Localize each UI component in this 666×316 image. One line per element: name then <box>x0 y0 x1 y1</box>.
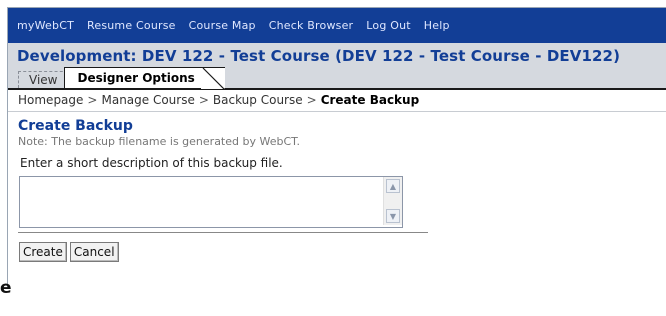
tab-slant-shape <box>200 67 225 89</box>
course-header: Development: DEV 122 - Test Course (DEV … <box>8 43 666 90</box>
description-field-wrapper: ▲ ▼ <box>19 176 403 228</box>
breadcrumb-current: Create Backup <box>320 93 420 107</box>
tab-view[interactable]: View <box>18 71 69 88</box>
breadcrumb-backup-course[interactable]: Backup Course <box>213 93 303 107</box>
nav-course-map[interactable]: Course Map <box>189 19 256 32</box>
stray-character: e <box>0 278 12 298</box>
breadcrumb-separator: > <box>198 93 209 107</box>
scroll-up-icon[interactable]: ▲ <box>386 179 400 193</box>
breadcrumb-separator: > <box>306 93 317 107</box>
nav-resume-course[interactable]: Resume Course <box>87 19 176 32</box>
form-actions: Create Cancel <box>19 242 657 262</box>
cancel-button[interactable]: Cancel <box>69 242 119 262</box>
breadcrumb: Homepage > Manage Course > Backup Course > Cre… <box>8 90 666 112</box>
nav-log-out[interactable]: Log Out <box>366 19 411 32</box>
description-label: Enter a short description of this backup… <box>20 156 283 170</box>
breadcrumb-homepage[interactable]: Homepage <box>18 93 83 107</box>
webct-frame: myWebCT Resume Course Course Map Check B… <box>7 7 666 288</box>
nav-check-browser[interactable]: Check Browser <box>269 19 354 32</box>
tab-designer-label: Designer Options <box>77 71 195 85</box>
tab-designer-options[interactable]: Designer Options <box>64 67 225 89</box>
create-button[interactable]: Create <box>19 242 67 262</box>
form-divider <box>18 232 428 233</box>
page-title: Create Backup <box>18 118 133 134</box>
breadcrumb-separator: > <box>87 93 98 107</box>
course-title: Development: DEV 122 - Test Course (DEV … <box>17 47 621 65</box>
description-textarea[interactable] <box>20 177 382 225</box>
nav-mywebct[interactable]: myWebCT <box>17 19 74 32</box>
nav-help[interactable]: Help <box>424 19 450 32</box>
breadcrumb-manage-course[interactable]: Manage Course <box>101 93 194 107</box>
filename-note: Note: The backup filename is generated b… <box>18 135 301 148</box>
textarea-scrollbar[interactable]: ▲ ▼ <box>383 177 402 225</box>
mode-tabs: View Designer Options <box>18 67 225 89</box>
scroll-down-icon[interactable]: ▼ <box>386 209 400 223</box>
main-content: Create Backup Note: The backup filename … <box>8 112 666 262</box>
top-nav: myWebCT Resume Course Course Map Check B… <box>8 8 666 43</box>
